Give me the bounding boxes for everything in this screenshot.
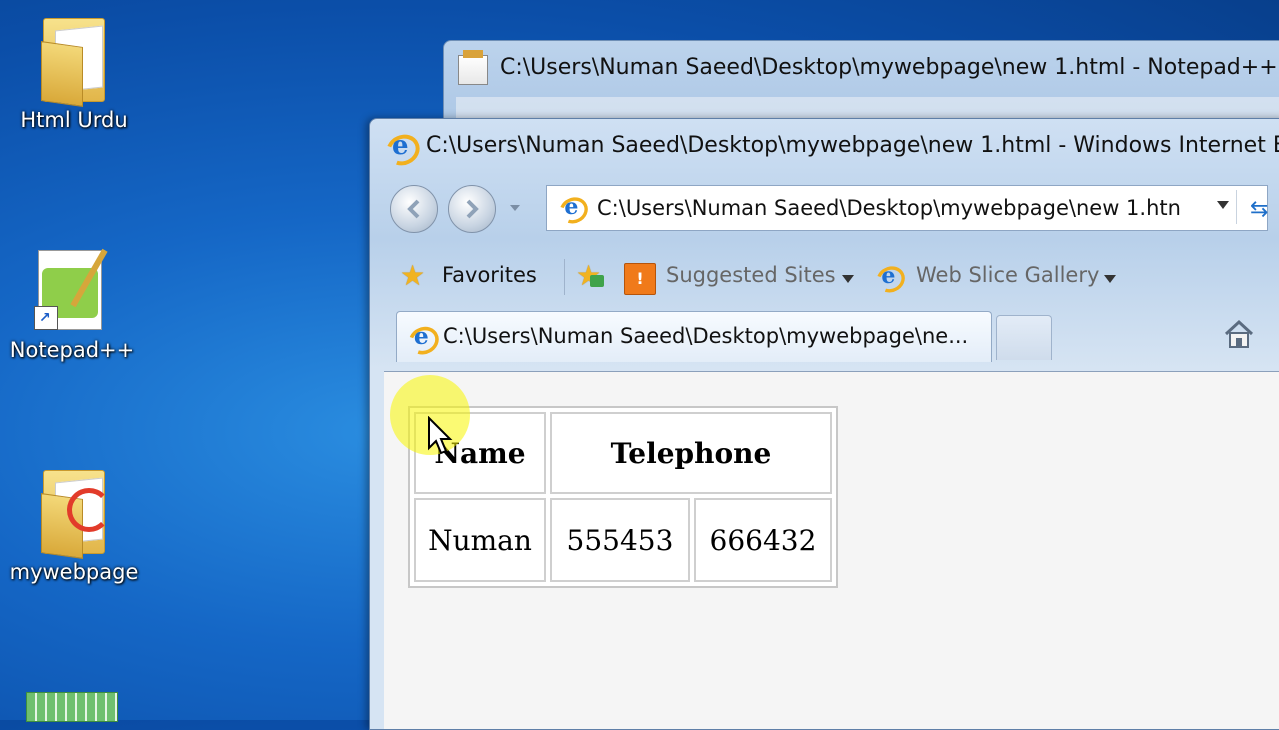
favorites-label: Favorites bbox=[442, 263, 537, 287]
notepad-plus-plus-icon: ↗ bbox=[32, 246, 112, 332]
back-arrow-icon bbox=[407, 199, 420, 219]
web-slice-icon: e bbox=[872, 261, 910, 298]
folder-icon bbox=[41, 14, 107, 107]
table-row: Numan 555453 666432 bbox=[414, 498, 832, 582]
forward-arrow-icon bbox=[466, 199, 479, 219]
suggested-sites-icon: ! bbox=[624, 263, 656, 295]
desktop-icon-label: Notepad++ bbox=[9, 338, 135, 362]
contact-table: Name Telephone Numan 555453 666432 bbox=[408, 406, 838, 588]
chevron-down-icon bbox=[1104, 275, 1116, 283]
desktop-icon-html-urdu[interactable]: Html Urdu bbox=[4, 14, 144, 132]
home-icon[interactable] bbox=[1222, 317, 1256, 351]
cell-phone-1: 555453 bbox=[550, 498, 690, 582]
header-telephone: Telephone bbox=[550, 412, 832, 494]
web-slice-gallery-button[interactable]: e Web Slice Gallery bbox=[872, 251, 1124, 301]
favorites-button[interactable]: ★ Favorites bbox=[400, 251, 560, 301]
suggested-sites-label: Suggested Sites bbox=[666, 263, 836, 287]
desktop-icon-partial[interactable] bbox=[26, 692, 118, 722]
internet-explorer-icon: e bbox=[381, 129, 425, 171]
address-dropdown-icon[interactable] bbox=[1217, 201, 1229, 209]
page-content: Name Telephone Numan 555453 666432 bbox=[384, 371, 1279, 729]
page-icon: e bbox=[555, 192, 593, 229]
notepad-icon bbox=[458, 50, 488, 85]
desktop-icon-label: Html Urdu bbox=[20, 108, 128, 132]
tab-strip: e C:\Users\Numan Saeed\Desktop\mywebpage… bbox=[370, 305, 1279, 371]
chevron-down-icon bbox=[842, 275, 854, 283]
internet-explorer-window[interactable]: e C:\Users\Numan Saeed\Desktop\mywebpage… bbox=[369, 118, 1279, 730]
desktop-icon-notepad-plus-plus[interactable]: ↗ Notepad++ bbox=[2, 246, 142, 362]
favorites-star-icon: ★ bbox=[400, 259, 426, 292]
window-title: C:\Users\Numan Saeed\Desktop\mywebpage\n… bbox=[426, 133, 1279, 158]
tab-title: C:\Users\Numan Saeed\Desktop\mywebpage\n… bbox=[443, 324, 969, 348]
desktop-icon-label: mywebpage bbox=[9, 560, 139, 584]
forward-button[interactable] bbox=[448, 185, 496, 233]
suggested-sites-button[interactable]: ! Suggested Sites bbox=[624, 251, 864, 301]
cell-phone-2: 666432 bbox=[694, 498, 832, 582]
tab-current-page[interactable]: e C:\Users\Numan Saeed\Desktop\mywebpage… bbox=[396, 311, 992, 362]
refresh-icon[interactable]: ⇆ bbox=[1250, 197, 1268, 222]
folder-icon bbox=[41, 466, 111, 559]
new-tab-button[interactable] bbox=[996, 315, 1052, 360]
cell-name: Numan bbox=[414, 498, 546, 582]
mouse-cursor-icon bbox=[428, 416, 453, 455]
favorites-bar: ★ Favorites ★ ! Suggested Sites e Web Sl… bbox=[380, 251, 1279, 301]
recent-pages-dropdown[interactable] bbox=[510, 205, 520, 211]
tab-page-icon: e bbox=[404, 321, 444, 360]
table-header-row: Name Telephone bbox=[414, 412, 832, 494]
web-slice-gallery-label: Web Slice Gallery bbox=[916, 263, 1100, 287]
address-bar[interactable]: e C:\Users\Numan Saeed\Desktop\mywebpage… bbox=[546, 185, 1268, 231]
desktop-icon-mywebpage[interactable]: mywebpage bbox=[4, 466, 144, 584]
back-button[interactable] bbox=[390, 185, 438, 233]
window-title: C:\Users\Numan Saeed\Desktop\mywebpage\n… bbox=[500, 55, 1278, 80]
address-input[interactable]: C:\Users\Numan Saeed\Desktop\mywebpage\n… bbox=[597, 196, 1181, 220]
